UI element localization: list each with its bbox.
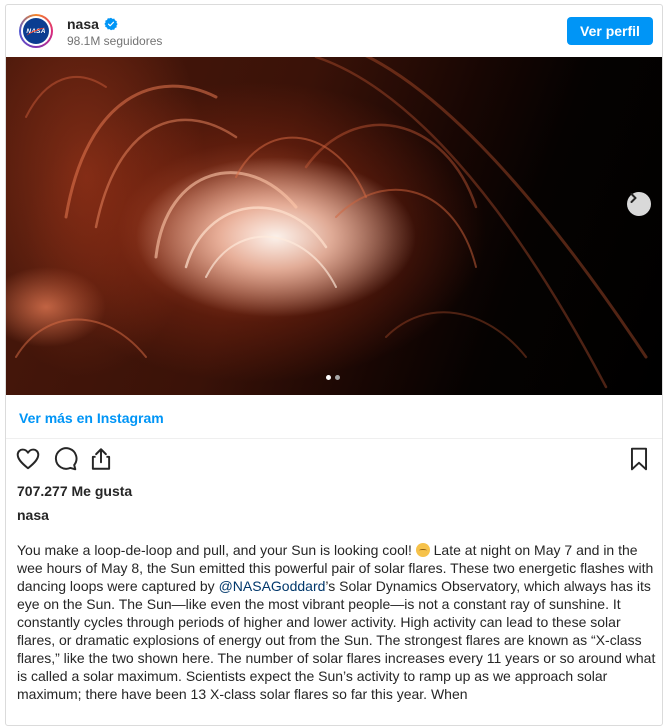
like-count[interactable]: 707.277 Me gusta bbox=[17, 483, 132, 499]
carousel-dot-active bbox=[326, 375, 331, 380]
caption-text: You make a loop-de-loop and pull, and yo… bbox=[17, 542, 416, 558]
smiling-emoji-icon bbox=[415, 543, 430, 557]
action-bar bbox=[6, 446, 662, 476]
avatar[interactable]: NASA bbox=[19, 14, 53, 48]
see-more-section: Ver más en Instagram bbox=[6, 395, 662, 439]
bookmark-icon[interactable] bbox=[626, 446, 652, 472]
caption-text: ’s Solar Dynamics Observatory, which alw… bbox=[17, 578, 656, 702]
post-caption: You make a loop-de-loop and pull, and yo… bbox=[17, 541, 657, 703]
comment-icon[interactable] bbox=[52, 446, 78, 472]
carousel-next-button[interactable] bbox=[627, 192, 651, 216]
caption-username[interactable]: nasa bbox=[17, 507, 49, 523]
follower-count: 98.1M seguidores bbox=[67, 34, 163, 48]
share-icon[interactable] bbox=[88, 446, 114, 472]
mention-link[interactable]: @NASAGoddard bbox=[219, 578, 326, 594]
post-image[interactable] bbox=[6, 57, 662, 395]
view-on-instagram-link[interactable]: Ver más en Instagram bbox=[19, 410, 164, 426]
instagram-embed-card: NASA nasa 98.1M seguidores Ver perfil Ve… bbox=[5, 4, 663, 726]
carousel-dot bbox=[335, 375, 340, 380]
nasa-logo-icon: NASA bbox=[23, 18, 49, 44]
heart-icon[interactable] bbox=[15, 446, 41, 472]
verified-badge-icon bbox=[104, 17, 118, 31]
solar-flare-image bbox=[15, 57, 648, 389]
post-header: NASA nasa 98.1M seguidores Ver perfil bbox=[6, 5, 662, 57]
username[interactable]: nasa bbox=[67, 16, 99, 32]
view-profile-button[interactable]: Ver perfil bbox=[567, 17, 653, 45]
carousel-indicator bbox=[324, 375, 344, 381]
chevron-right-icon bbox=[630, 193, 637, 203]
